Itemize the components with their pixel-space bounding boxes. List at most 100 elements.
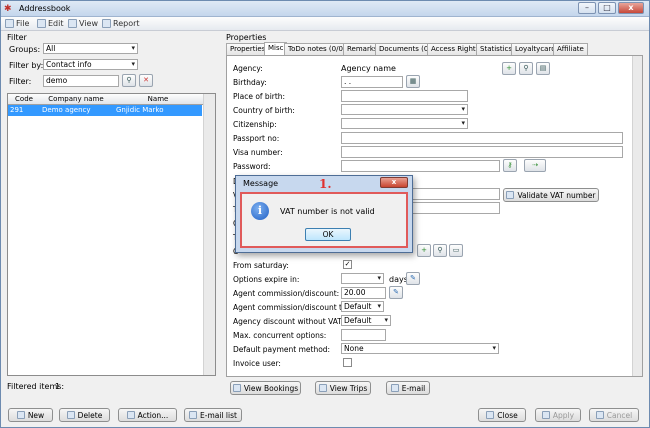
agency-discount-label: Agency discount without VAT: [233,317,344,326]
edit-icon[interactable]: ✎ [406,272,420,285]
contacts-grid: Code Company name Name 291 Demo agency G… [7,93,216,376]
groups-label: Groups: [9,45,41,54]
country-of-birth-select[interactable] [341,104,468,115]
info-icon: i [251,202,269,220]
add-icon[interactable]: + [417,244,431,257]
delete-label: Delete [77,410,103,420]
agency-value: Agency name [341,64,396,73]
report-icon [102,19,111,28]
view-bookings-label: View Bookings [243,383,299,393]
close-button[interactable]: Close [478,408,526,422]
trips-icon [318,384,327,392]
menu-bar: File Edit View Report [1,17,649,31]
max-concurrent-label: Max. concurrent options: [233,331,327,340]
new-button[interactable]: New [8,408,53,422]
menu-report[interactable]: Report [102,19,140,28]
row-code: 291 [10,106,24,114]
password-label: Password: [233,162,271,171]
passport-input[interactable] [341,132,623,144]
dialog-close-button[interactable]: x [380,177,408,188]
default-payment-select[interactable]: None [341,343,499,354]
agent-commission-tax-select[interactable]: Default [341,301,384,312]
agent-commission-input[interactable]: 20.00 [341,287,386,299]
password-input[interactable] [341,160,500,172]
column-code[interactable]: Code [14,95,34,103]
column-name[interactable]: Name [116,95,200,103]
panel-scrollbar[interactable] [632,56,642,376]
tab-todo-notes[interactable]: ToDo notes (0/0) [284,43,350,55]
grid-scrollbar[interactable] [203,94,215,375]
visa-input[interactable] [341,146,623,158]
tab-properties[interactable]: Properties [226,43,270,55]
row-company: Demo agency [42,106,91,114]
options-expire-select[interactable] [341,273,384,284]
email-icon [390,384,399,392]
menu-file[interactable]: File [5,19,29,28]
column-company[interactable]: Company name [40,95,112,103]
default-payment-label: Default payment method: [233,345,331,354]
agency-discount-select[interactable]: Default [341,315,391,326]
country-of-birth-label: Country of birth: [233,106,295,115]
validate-vat-button[interactable]: Validate VAT number [503,188,599,202]
menu-edit[interactable]: Edit [37,19,64,28]
search-icon[interactable]: ⚲ [519,62,533,75]
cancel-label: Cancel [606,410,633,420]
filtered-items-count: 1 [55,382,61,391]
place-of-birth-label: Place of birth: [233,92,286,101]
add-icon[interactable]: + [502,62,516,75]
place-of-birth-input[interactable] [341,90,468,102]
max-concurrent-input[interactable] [341,329,386,341]
menu-file-label: File [16,19,30,28]
from-saturday-checkbox[interactable]: ✓ [343,260,352,269]
tab-affiliate[interactable]: Affiliate [553,43,588,55]
view-trips-label: View Trips [329,383,368,393]
cancel-icon [595,411,604,419]
view-bookings-button[interactable]: View Bookings [230,381,301,395]
filter-input[interactable]: demo [43,75,119,87]
cancel-button[interactable]: Cancel [589,408,639,422]
document-icon[interactable]: ▤ [536,62,550,75]
edit-icon[interactable]: ✎ [389,286,403,299]
clear-filter-icon[interactable]: ✕ [139,74,153,87]
search-icon[interactable]: ⚲ [433,244,447,257]
apply-filter-icon[interactable]: ⚲ [122,74,136,87]
close-icon [486,411,495,419]
ok-button[interactable]: OK [305,228,351,241]
action-button[interactable]: Action... [118,408,177,422]
key-icon[interactable]: ⚷ [503,159,517,172]
file-icon [5,19,14,28]
email-list-button[interactable]: E-mail list [184,408,242,422]
visa-label: Visa number: [233,148,283,157]
filter-by-select[interactable]: Contact info [43,59,138,70]
invoice-user-label: Invoice user: [233,359,281,368]
dialog-title: Message [243,179,279,188]
title-bar: ✱ Addressbook – □ x [1,1,649,17]
birthday-input[interactable]: . . [341,76,403,88]
citizenship-label: Citizenship: [233,120,277,129]
tab-access-rights[interactable]: Access Rights [427,43,484,55]
tab-statistics[interactable]: Statistics [476,43,516,55]
email-label: E-mail [401,383,426,393]
monitor-icon[interactable]: ▭ [449,244,463,257]
email-list-label: E-mail list [200,410,237,420]
calendar-icon[interactable]: ▦ [406,75,420,88]
groups-select[interactable]: All [43,43,138,54]
maximize-button[interactable]: □ [598,2,616,14]
table-row[interactable]: 291 Demo agency Gnjidic Marko [8,105,202,116]
close-window-button[interactable]: x [618,2,644,14]
invoice-user-checkbox[interactable] [343,358,352,367]
view-trips-button[interactable]: View Trips [315,381,371,395]
generate-password-icon[interactable]: ⇢ [524,159,546,172]
apply-button[interactable]: Apply [535,408,581,422]
dialog-message: VAT number is not valid [280,207,375,216]
bookings-icon [232,384,241,392]
email-button[interactable]: E-mail [386,381,430,395]
filter-section-title: Filter [7,33,27,42]
edit-icon [37,19,46,28]
magnifier-icon [68,19,77,28]
citizenship-select[interactable] [341,118,468,129]
delete-button[interactable]: Delete [59,408,110,422]
minimize-button[interactable]: – [578,2,596,14]
menu-view[interactable]: View [68,19,98,28]
filter-label: Filter: [9,77,32,86]
